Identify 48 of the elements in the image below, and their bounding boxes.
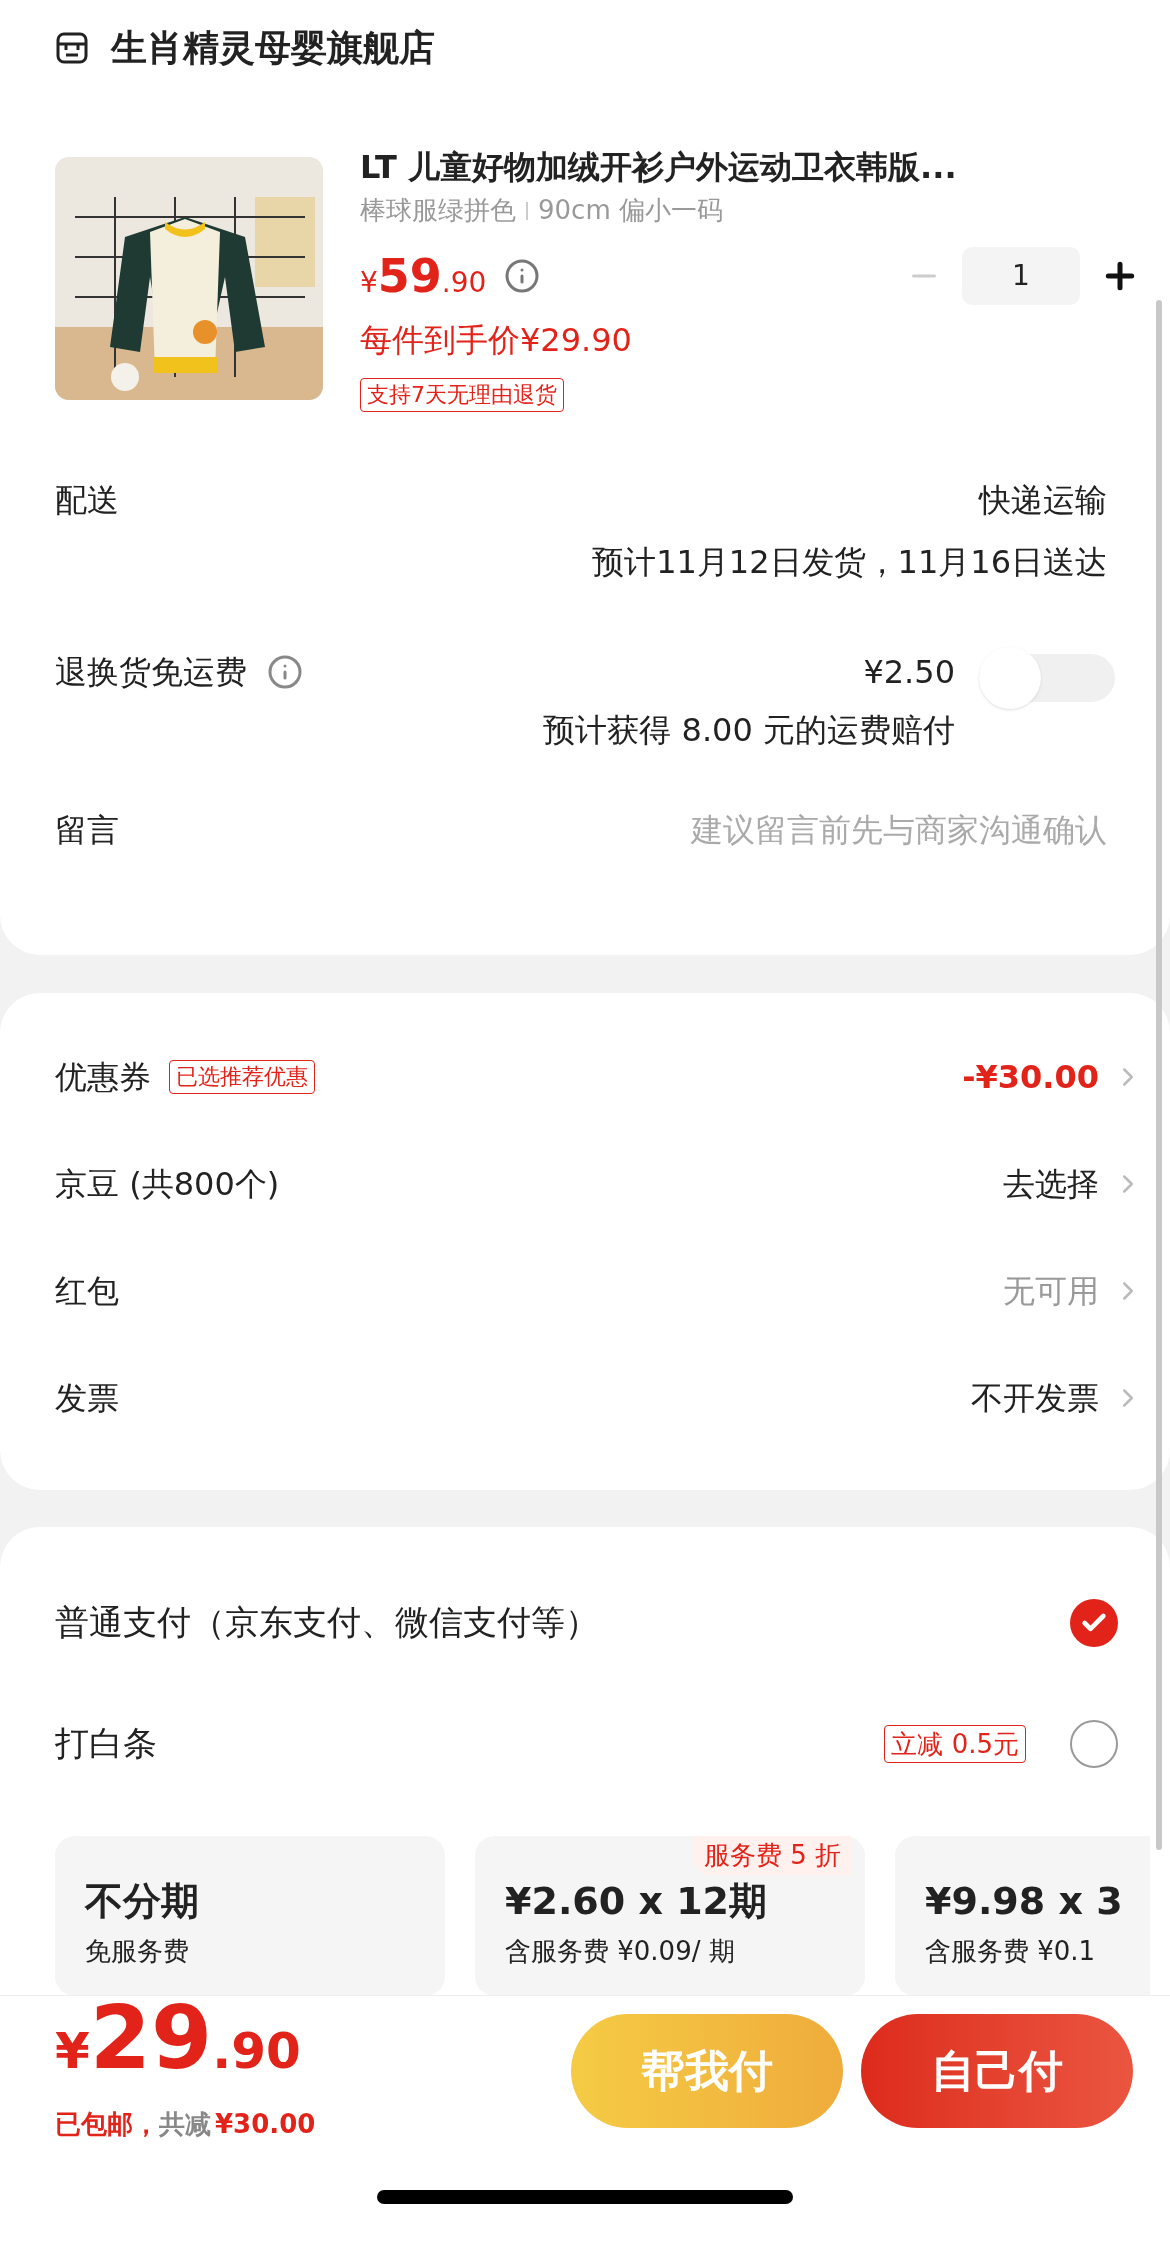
unit-price: 每件到手价¥29.90 <box>360 320 633 361</box>
installment-title: ¥2.60 x 12期 <box>505 1878 769 1924</box>
installment-option[interactable]: ¥9.98 x 3 含服务费 ¥0.1 <box>895 1836 1150 1995</box>
return-shipping-price: ¥2.50 <box>863 652 955 693</box>
installment-option[interactable]: 不分期 免服务费 <box>55 1836 445 1995</box>
installment-fee: 免服务费 <box>85 1935 190 1968</box>
discount-label: 发票 <box>55 1377 119 1419</box>
recommended-tag: 已选推荐优惠 <box>169 1059 315 1094</box>
discount-value[interactable]: 不开发票 <box>971 1373 1143 1422</box>
delivery-label: 配送 <box>55 480 119 521</box>
return-policy-tag: 支持7天无理由退货 <box>360 378 564 412</box>
variant-size: 90cm 偏小一码 <box>538 194 723 227</box>
discount-label: 红包 <box>55 1270 119 1312</box>
fee-discount-badge: 服务费 5 折 <box>693 1836 851 1875</box>
toggle-switch[interactable] <box>979 646 1115 710</box>
product-price: ¥59.90 <box>360 247 487 305</box>
delivery-method[interactable]: 快递运输 <box>979 476 1107 524</box>
total-price: ¥29.90 <box>55 1998 302 2091</box>
info-icon[interactable] <box>504 258 541 294</box>
shipping-note: 已包邮， <box>55 2108 159 2141</box>
store-name[interactable]: 生肖精灵母婴旗舰店 <box>111 20 435 75</box>
return-shipping-note: 预计获得 8.00 元的运费赔付 <box>543 710 955 751</box>
discount-label: 京豆 (共800个) <box>55 1163 280 1205</box>
discount-value[interactable]: 去选择 <box>1003 1159 1143 1208</box>
return-shipping-label: 退换货免运费 <box>55 652 247 693</box>
installment-title: 不分期 <box>85 1878 200 1924</box>
delivery-estimate: 预计11月12日发货，11月16日送达 <box>592 542 1107 583</box>
product-title[interactable]: LT 儿童好物加绒开衫户外运动卫衣韩版... <box>360 147 1110 187</box>
radio-button[interactable] <box>1070 1719 1118 1768</box>
store-icon <box>55 30 89 65</box>
info-icon[interactable] <box>267 654 303 690</box>
installment-title: ¥9.98 x 3 <box>925 1878 1120 1924</box>
discount-value[interactable]: -¥30.00 <box>962 1052 1143 1101</box>
radio-button[interactable] <box>1070 1598 1118 1647</box>
payment-method[interactable]: 打白条 <box>55 1718 157 1769</box>
saved-label: 共减 <box>159 2108 211 2141</box>
discount-label: 优惠券 <box>55 1056 151 1098</box>
variant-color: 棒球服绿拼色 <box>360 194 516 227</box>
installment-fee: 含服务费 ¥0.1 <box>925 1935 1097 1968</box>
message-field[interactable]: 建议留言前先与商家沟通确认 <box>547 806 1107 854</box>
quantity-field[interactable]: 1 <box>962 247 1080 305</box>
payment-method[interactable]: 普通支付（京东支付、微信支付等） <box>55 1597 599 1648</box>
saved-amount: ¥30.00 <box>215 2108 316 2141</box>
message-label: 留言 <box>55 810 119 851</box>
installment-option[interactable]: 服务费 5 折 ¥2.60 x 12期 含服务费 ¥0.09/ 期 <box>475 1836 865 1995</box>
discount-tag: 立减 0.5元 <box>884 1724 1026 1763</box>
installment-fee: 含服务费 ¥0.09/ 期 <box>505 1935 736 1968</box>
pay-button[interactable]: 自己付 <box>861 2014 1133 2128</box>
